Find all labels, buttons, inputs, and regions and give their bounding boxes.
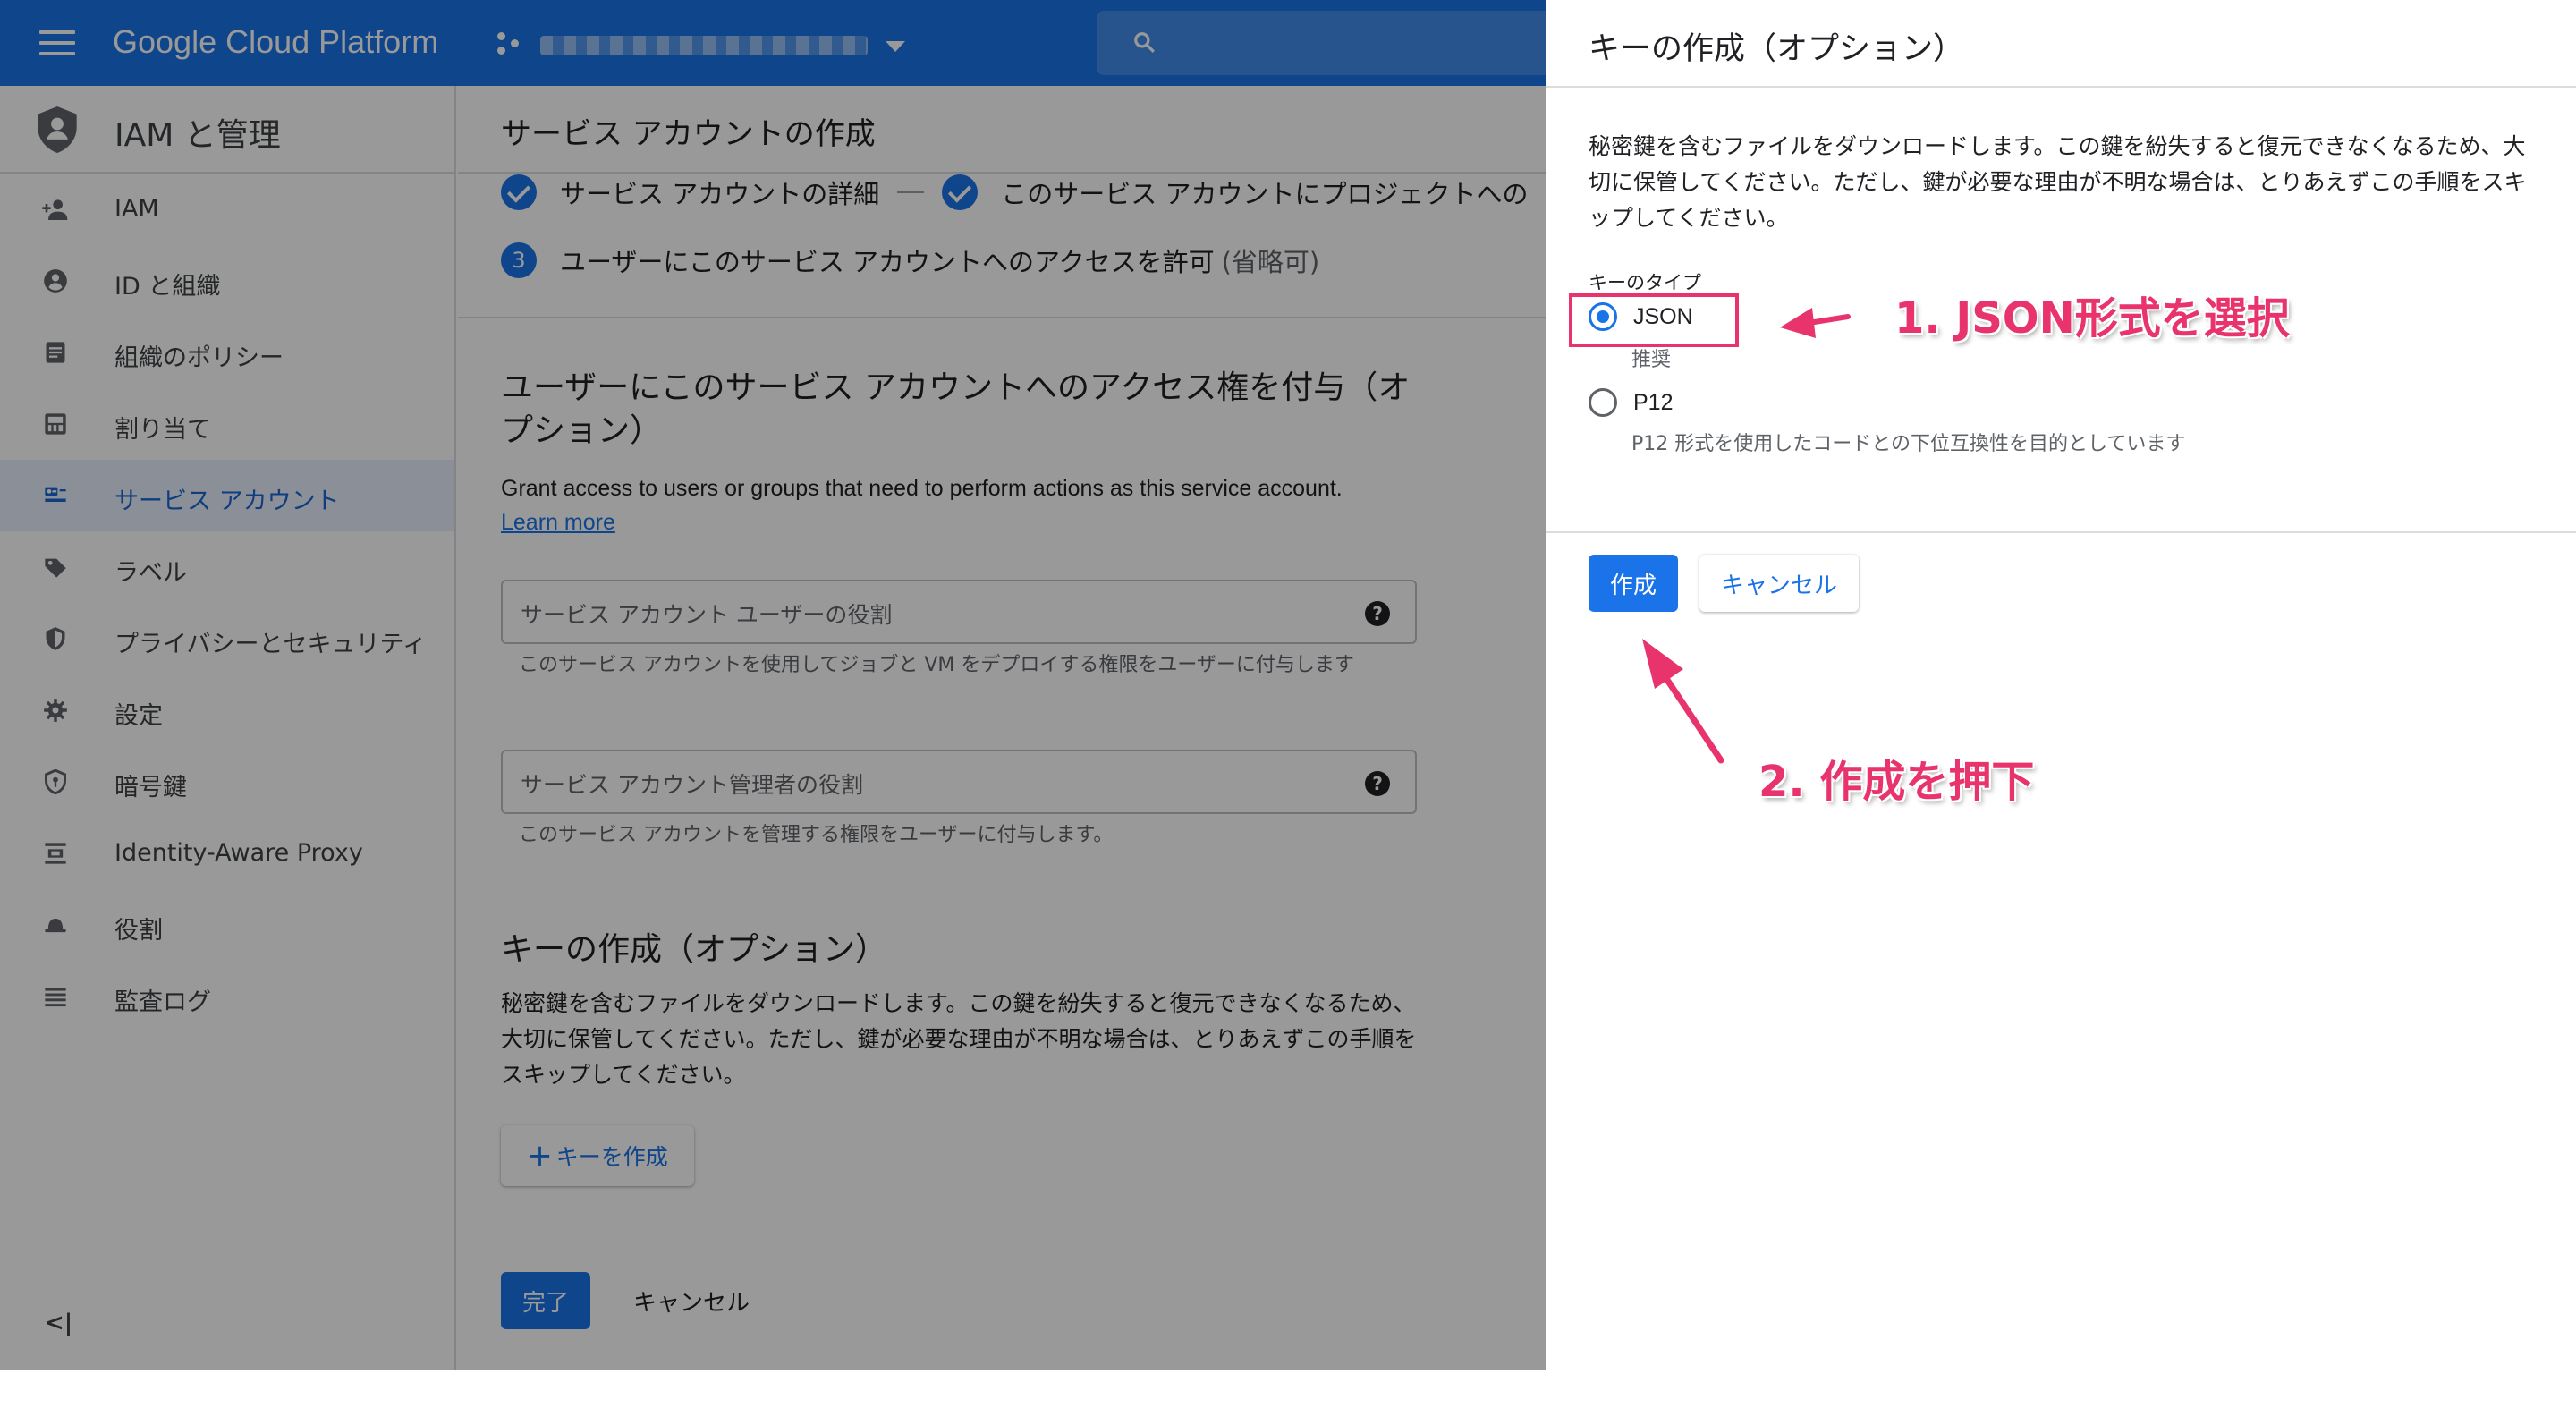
create-key-panel: キーの作成（オプション） 秘密鍵を含むファイルをダウンロードします。この鍵を紛失… bbox=[1546, 0, 2576, 1408]
radio-p12[interactable]: P12 bbox=[1589, 388, 1673, 417]
annotation-step-2: 2. 作成を押下 bbox=[1758, 757, 2035, 807]
panel-description: 秘密鍵を含むファイルをダウンロードします。この鍵を紛失すると復元できなくなるため… bbox=[1589, 133, 2527, 231]
annotation-step-1: 1. JSON形式を選択 bbox=[1894, 293, 2290, 344]
radio-label: P12 bbox=[1633, 389, 1674, 415]
console-app: Google Cloud Platform IAM と管理 IAM ID と組織… bbox=[0, 0, 1546, 1370]
annotation-highlight-box bbox=[1569, 293, 1739, 347]
divider bbox=[1546, 531, 2576, 533]
radio-button-unchecked[interactable] bbox=[1589, 388, 1617, 417]
divider bbox=[1546, 86, 2576, 88]
radio-sublabel: P12 形式を使用したコードとの下位互換性を目的としています bbox=[1631, 433, 2186, 455]
key-type-label: キーのタイプ bbox=[1589, 272, 1701, 293]
radio-sublabel: 推奨 bbox=[1631, 349, 1672, 371]
modal-scrim[interactable] bbox=[0, 0, 1546, 1370]
panel-title: キーの作成（オプション） bbox=[1589, 31, 1965, 67]
panel-cancel-button[interactable]: キャンセル bbox=[1699, 555, 1859, 612]
create-button[interactable]: 作成 bbox=[1589, 555, 1678, 612]
